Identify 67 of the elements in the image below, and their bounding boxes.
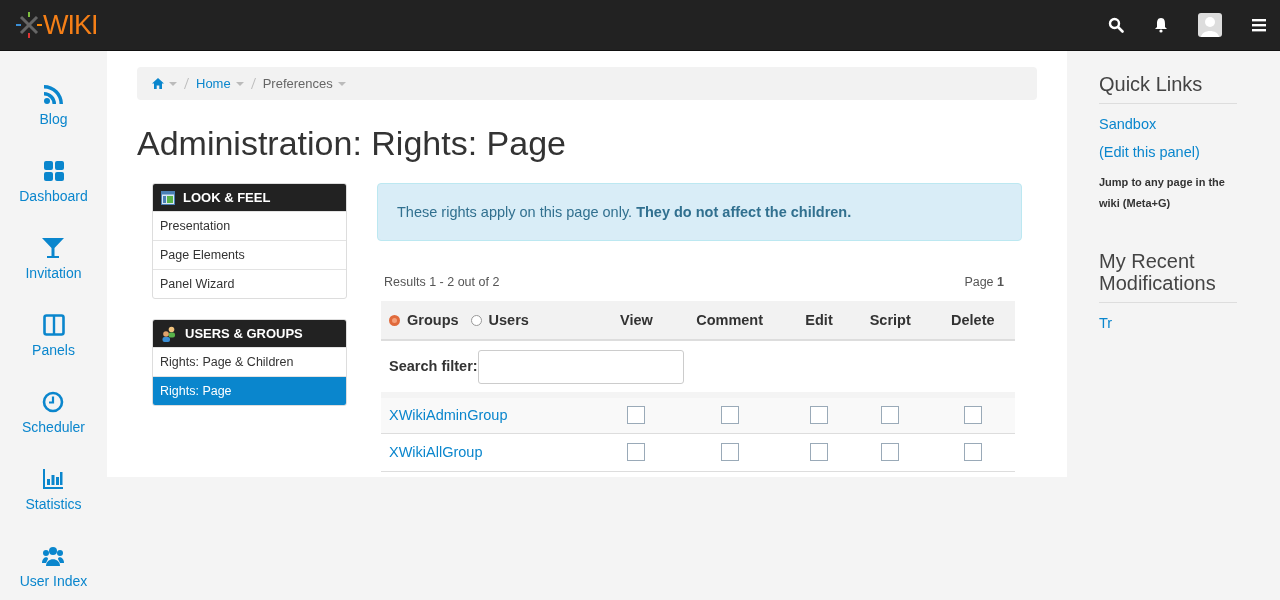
rss-icon bbox=[42, 83, 65, 105]
x-logo-icon bbox=[16, 12, 42, 38]
caret-icon[interactable] bbox=[337, 81, 346, 86]
group-link[interactable]: XWikiAdminGroup bbox=[389, 407, 508, 424]
column-header: View bbox=[601, 301, 671, 340]
sidebar-item[interactable]: Statistics bbox=[25, 468, 82, 512]
checkbox[interactable] bbox=[627, 443, 646, 462]
sidebar-item[interactable]: Blog bbox=[39, 83, 68, 127]
panel-link[interactable]: Tr bbox=[1099, 315, 1237, 331]
checkbox[interactable] bbox=[881, 406, 900, 425]
columns-icon bbox=[42, 314, 65, 336]
sidebar-item[interactable]: Invitation bbox=[25, 237, 82, 281]
menu-item[interactable]: Page Elements bbox=[153, 240, 346, 269]
results-count: Results 1 - 2 out of 2 bbox=[384, 275, 500, 289]
radio-icon[interactable] bbox=[470, 314, 482, 326]
checkbox[interactable] bbox=[810, 443, 828, 462]
panel-title: Quick Links bbox=[1099, 73, 1237, 104]
sidebar-item[interactable]: Scheduler bbox=[21, 391, 85, 435]
grid-icon bbox=[42, 160, 65, 182]
menu-heading: LOOK & FEEL bbox=[183, 190, 271, 205]
search-icon[interactable] bbox=[1108, 17, 1124, 33]
home-icon[interactable] bbox=[152, 78, 164, 89]
hint-text: Jump to any page in the wiki (Meta+G) bbox=[1099, 175, 1226, 211]
logo-text[interactable]: WIKI bbox=[43, 9, 98, 41]
bell-icon[interactable] bbox=[1154, 17, 1168, 33]
checkbox[interactable] bbox=[720, 406, 739, 425]
caret-icon[interactable] bbox=[169, 81, 177, 86]
checkbox[interactable] bbox=[627, 406, 646, 425]
menu-heading: USERS & GROUPS bbox=[185, 326, 303, 341]
checkbox[interactable] bbox=[810, 406, 828, 425]
menu-item[interactable]: Presentation bbox=[153, 211, 346, 240]
checkbox[interactable] bbox=[720, 443, 739, 462]
panel-title: My Recent Modifications bbox=[1099, 250, 1237, 303]
checkbox[interactable] bbox=[963, 406, 982, 425]
page-title: Administration: Rights: Page bbox=[137, 124, 567, 163]
menu-item[interactable]: Rights: Page bbox=[153, 376, 346, 405]
layout-icon bbox=[161, 190, 175, 205]
group-link[interactable]: XWikiAllGroup bbox=[389, 444, 483, 460]
menu-icon[interactable] bbox=[1252, 18, 1266, 32]
caret-icon[interactable] bbox=[235, 81, 244, 86]
radio-icon[interactable] bbox=[389, 314, 400, 326]
page-indicator: Page 1 bbox=[964, 275, 1004, 289]
alert-text: These rights apply on this page only. They do not affect the children. bbox=[397, 204, 852, 220]
sidebar-item[interactable]: User Index bbox=[19, 545, 88, 589]
users-icon bbox=[161, 325, 177, 342]
filter-label: Search filter: bbox=[389, 357, 478, 374]
avatar-icon[interactable] bbox=[1198, 13, 1222, 37]
users-icon bbox=[42, 545, 65, 567]
column-header: Comment bbox=[670, 301, 789, 340]
checkbox[interactable] bbox=[881, 443, 900, 462]
radio-option[interactable]: Groups bbox=[389, 312, 459, 328]
bar-chart-icon bbox=[42, 468, 65, 490]
column-header: Edit bbox=[788, 301, 850, 340]
clock-icon bbox=[42, 391, 65, 413]
cocktail-glass-icon bbox=[42, 237, 65, 259]
panel-link[interactable]: Sandbox bbox=[1099, 116, 1237, 132]
breadcrumb-link[interactable]: Preferences bbox=[262, 76, 333, 91]
radio-option[interactable]: Users bbox=[470, 312, 529, 328]
breadcrumb-link[interactable]: Home bbox=[196, 76, 231, 91]
search-filter-field[interactable] bbox=[477, 350, 684, 384]
checkbox[interactable] bbox=[963, 443, 982, 462]
sidebar-item[interactable]: Panels bbox=[32, 314, 75, 358]
column-header: Delete bbox=[930, 301, 1015, 340]
panel-link[interactable]: (Edit this panel) bbox=[1099, 144, 1237, 160]
sidebar-item[interactable]: Dashboard bbox=[19, 160, 88, 204]
column-header: Script bbox=[849, 301, 931, 340]
menu-item[interactable]: Panel Wizard bbox=[153, 269, 346, 298]
